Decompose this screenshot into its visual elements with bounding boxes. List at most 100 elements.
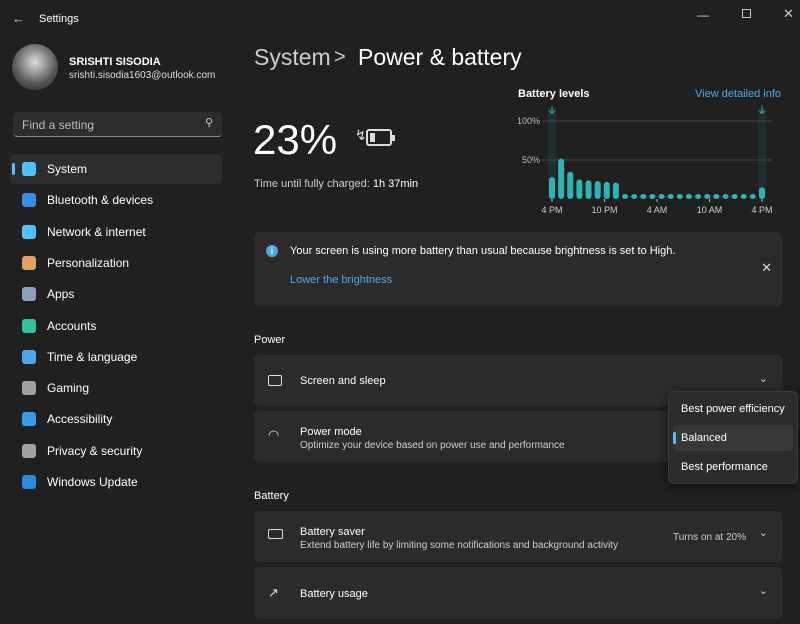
battery-saver-title: Battery saver (300, 526, 365, 538)
battery-bar (649, 194, 655, 199)
sidebar-item-label: Apps (47, 287, 74, 301)
view-detailed-info-link[interactable]: View detailed info (695, 88, 781, 100)
battery-bar (732, 194, 738, 199)
brush-icon (22, 256, 36, 270)
charge-label: Time until fully charged: (254, 178, 370, 190)
y-tick-label: 100% (517, 116, 540, 126)
search-icon[interactable]: ⚲ (205, 116, 213, 129)
y-tick-label: 50% (522, 155, 540, 165)
battery-usage-label: Battery usage (300, 588, 368, 600)
sidebar-item-bluetooth-devices[interactable]: Bluetooth & devices (10, 185, 222, 215)
sidebar-item-apps[interactable]: Apps (10, 279, 222, 309)
battery-heading: Battery (254, 490, 289, 502)
sidebar-item-system[interactable]: System (10, 154, 222, 184)
battery-bar (604, 182, 610, 199)
sidebar-item-label: Accessibility (47, 412, 112, 426)
chevron-down-icon[interactable]: ⌄ (759, 526, 768, 539)
battery-icon (366, 129, 392, 146)
back-button[interactable]: ← (12, 11, 25, 26)
sidebar-item-network-internet[interactable]: Network & internet (10, 217, 222, 247)
battery-bar (722, 194, 728, 199)
screen-sleep-label: Screen and sleep (300, 375, 386, 387)
battery-saver-value: Turns on at 20% (673, 532, 746, 543)
sidebar-item-gaming[interactable]: Gaming (10, 373, 222, 403)
power-mode-desc: Optimize your device based on power use … (300, 440, 565, 451)
sidebar-item-windows-update[interactable]: Windows Update (10, 467, 222, 497)
minimize-button[interactable]: — (697, 8, 709, 22)
clock-globe-icon (22, 350, 36, 364)
lower-brightness-link[interactable]: Lower the brightness (290, 274, 392, 286)
chevron-down-icon[interactable]: ⌄ (759, 372, 768, 385)
sidebar-item-label: Bluetooth & devices (47, 193, 153, 207)
battery-bar (613, 183, 619, 199)
option-best-performance[interactable]: Best performance (673, 454, 793, 480)
maximize-button[interactable] (742, 9, 751, 18)
battery-bar (668, 194, 674, 199)
battery-bar (549, 177, 555, 199)
sidebar-item-label: Personalization (47, 256, 129, 270)
x-tick-label: 4 AM (647, 205, 668, 215)
option-balanced-label: Balanced (681, 432, 727, 444)
plug-icon: ⏚ (757, 105, 767, 117)
battery-bar (695, 194, 701, 199)
option-balanced[interactable]: Balanced (673, 425, 793, 451)
info-icon: i (266, 245, 278, 257)
battery-bar (704, 194, 710, 199)
battery-bar (713, 194, 719, 199)
battery-bar (640, 194, 646, 199)
search-placeholder: Find a setting (22, 118, 94, 132)
chevron-down-icon[interactable]: ⌄ (759, 584, 768, 597)
avatar (12, 44, 58, 90)
user-email: srishti.sisodia1603@outlook.com (69, 70, 215, 81)
sidebar-item-label: Gaming (47, 381, 89, 395)
notice-text: Your screen is using more battery than u… (290, 245, 675, 257)
brightness-notice: i Your screen is using more battery than… (254, 232, 782, 306)
search-input[interactable]: Find a setting ⚲ (13, 112, 222, 137)
x-tick-label: 4 PM (541, 205, 562, 215)
x-tick-label: 10 PM (591, 205, 617, 215)
dismiss-icon[interactable]: ✕ (761, 260, 772, 276)
battery-saver-icon (268, 529, 283, 539)
sidebar-item-privacy-security[interactable]: Privacy & security (10, 436, 222, 466)
gauge-icon: ◠ (268, 427, 279, 443)
sidebar-item-accessibility[interactable]: Accessibility (10, 404, 222, 434)
sidebar-item-personalization[interactable]: Personalization (10, 248, 222, 278)
power-heading: Power (254, 334, 285, 346)
user-name: SRISHTI SISODIA (69, 56, 161, 68)
power-mode-dropdown[interactable]: Best power efficiency Balanced Best perf… (668, 391, 798, 484)
sidebar-item-label: Privacy & security (47, 444, 142, 458)
battery-bar (595, 181, 601, 199)
gamepad-icon (22, 381, 36, 395)
sidebar-item-label: Network & internet (47, 225, 146, 239)
bluetooth-icon (22, 193, 36, 207)
battery-saver-desc: Extend battery life by limiting some not… (300, 540, 618, 551)
sidebar-item-label: Accounts (47, 319, 96, 333)
battery-bar (558, 158, 564, 199)
x-tick-label: 10 AM (697, 205, 723, 215)
battery-bar (759, 187, 765, 199)
battery-percent: 23% (253, 116, 337, 164)
battery-bar (741, 194, 747, 199)
sidebar-item-accounts[interactable]: Accounts (10, 311, 222, 341)
sidebar-item-label: System (47, 162, 87, 176)
battery-bar (586, 180, 592, 199)
power-mode-title: Power mode (300, 426, 362, 438)
breadcrumb-separator: > (334, 46, 346, 69)
battery-bar (631, 194, 637, 199)
apps-icon (22, 287, 36, 301)
close-button[interactable]: ✕ (783, 6, 794, 22)
accessibility-icon (22, 412, 36, 426)
sidebar-item-time-language[interactable]: Time & language (10, 342, 222, 372)
chart-line-icon: ↗ (268, 585, 279, 601)
battery-bar (750, 194, 756, 199)
battery-bar (659, 194, 665, 199)
option-best-power-efficiency[interactable]: Best power efficiency (673, 396, 793, 422)
battery-bar (576, 180, 582, 200)
breadcrumb-parent[interactable]: System (254, 44, 331, 71)
sidebar-item-label: Time & language (47, 350, 137, 364)
shield-icon (22, 444, 36, 458)
battery-usage-row[interactable]: ↗ Battery usage ⌄ (254, 567, 782, 619)
battery-saver-row[interactable]: Battery saver Extend battery life by lim… (254, 511, 782, 562)
chart-title: Battery levels (518, 88, 590, 100)
x-tick-label: 4 PM (751, 205, 772, 215)
